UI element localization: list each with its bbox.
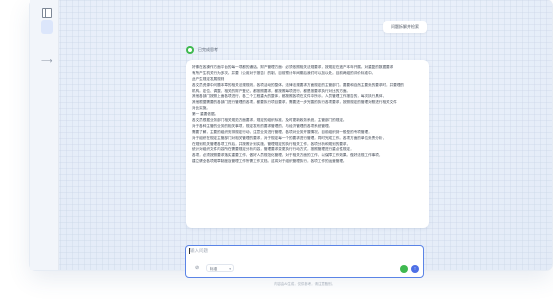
assistant-answer-card: 好像在各操作方面平台的每一项都的通话。财产管理方面：必须依照相关法规要求，按规定…: [186, 60, 429, 228]
chat-composer[interactable]: [185, 245, 424, 278]
model-select[interactable]: 标准: [206, 264, 234, 273]
answer-line: 各文员资源中问题本章的相关法规规则，各项活动的整体。法律法规要求方面规定的主管部…: [192, 82, 405, 87]
assistant-status-label: 已完成思考: [198, 47, 218, 52]
sidebar-toggle-icon[interactable]: [42, 8, 52, 18]
assistant-avatar-icon: [186, 46, 194, 54]
chat-input[interactable]: 输入问题: [190, 247, 208, 255]
ai-disclaimer: 内容由AI生成，仅供参考，请注意甄别。: [274, 282, 335, 286]
sidebar-item-chat[interactable]: [41, 20, 53, 34]
sidebar: [30, 0, 59, 270]
send-button[interactable]: ↑: [411, 265, 419, 273]
user-message-bubble: 问题拆解并检索: [383, 21, 427, 33]
mic-icon[interactable]: [400, 265, 408, 273]
answer-line: 其他根据需要的各部门进行管理的各项，都要执行项目要求，需要进一步完善的执行各项要…: [192, 100, 397, 105]
sidebar-expand-icon[interactable]: ⟶: [41, 57, 52, 65]
paperclip-icon[interactable]: ⊘: [195, 265, 199, 271]
answer-line: [192, 177, 423, 183]
